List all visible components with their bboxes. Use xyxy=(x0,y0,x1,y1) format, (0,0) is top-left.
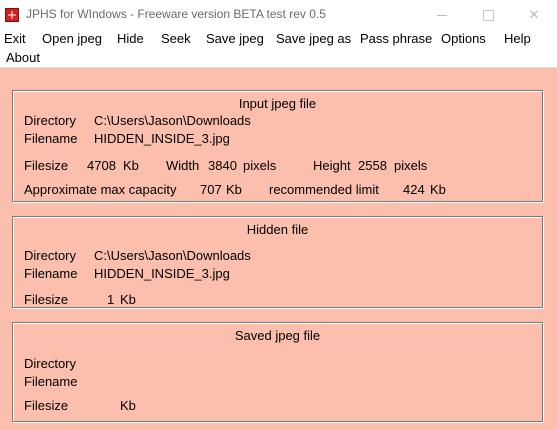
input-limit-label: recommended limit xyxy=(269,182,379,197)
hidden-directory-value: C:\Users\Jason\Downloads xyxy=(94,248,251,263)
minimize-button[interactable] xyxy=(419,0,465,30)
input-directory-value: C:\Users\Jason\Downloads xyxy=(94,113,251,128)
menu-about[interactable]: About xyxy=(6,50,40,66)
menu-options[interactable]: Options xyxy=(441,31,486,47)
input-filesize-label: Filesize xyxy=(24,158,69,173)
input-width-value: 3840 xyxy=(208,158,237,173)
input-capacity-unit: Kb xyxy=(226,182,242,197)
input-jpeg-title: Input jpeg file xyxy=(238,96,317,111)
input-width-unit: pixels xyxy=(243,158,277,173)
input-height-unit: pixels xyxy=(394,158,428,173)
hidden-filesize-label: Filesize xyxy=(24,292,69,307)
maximize-icon xyxy=(482,9,494,21)
main-panel: Input jpeg file Directory C:\Users\Jason… xyxy=(0,68,557,430)
saved-filename-label: Filename xyxy=(24,374,78,389)
window-title: JPHS for WIndows - Freeware version BETA… xyxy=(26,7,326,21)
title-bar: JPHS for WIndows - Freeware version BETA… xyxy=(0,0,557,30)
saved-filesize-unit: Kb xyxy=(120,398,136,413)
close-button[interactable]: ✕ xyxy=(511,0,557,30)
saved-jpeg-title: Saved jpeg file xyxy=(234,328,321,343)
hidden-filename-value: HIDDEN_INSIDE_3.jpg xyxy=(94,266,230,281)
minimize-icon xyxy=(437,14,447,16)
input-limit-value: 424 xyxy=(403,182,425,197)
menu-save-jpeg-as[interactable]: Save jpeg as xyxy=(276,31,351,47)
saved-directory-label: Directory xyxy=(24,356,77,371)
input-height-label: Height xyxy=(313,158,351,173)
input-filename-value: HIDDEN_INSIDE_3.jpg xyxy=(94,131,230,146)
saved-jpeg-group: Saved jpeg file Directory Filename Files… xyxy=(12,322,543,422)
hidden-file-title: Hidden file xyxy=(246,222,309,237)
app-icon[interactable] xyxy=(5,8,19,22)
menu-pass-phrase[interactable]: Pass phrase xyxy=(360,31,432,47)
input-capacity-label: Approximate max capacity xyxy=(24,182,177,197)
input-width-label: Width xyxy=(166,158,200,173)
input-filename-label: Filename xyxy=(24,131,78,146)
input-height-value: 2558 xyxy=(358,158,387,173)
menu-help[interactable]: Help xyxy=(504,31,531,47)
saved-filesize-label: Filesize xyxy=(24,398,69,413)
menu-open-jpeg[interactable]: Open jpeg xyxy=(42,31,102,47)
menu-bar: Exit Open jpeg Hide Seek Save jpeg Save … xyxy=(0,30,557,66)
input-filesize-unit: Kb xyxy=(123,158,139,173)
hidden-file-group: Hidden file Directory C:\Users\Jason\Dow… xyxy=(12,216,543,308)
close-icon: ✕ xyxy=(528,7,540,22)
menu-save-jpeg[interactable]: Save jpeg xyxy=(206,31,264,47)
input-directory-label: Directory xyxy=(24,113,77,128)
input-capacity-value: 707 xyxy=(200,182,222,197)
menu-exit[interactable]: Exit xyxy=(4,31,26,47)
menu-seek[interactable]: Seek xyxy=(161,31,191,47)
hidden-directory-label: Directory xyxy=(24,248,77,263)
input-jpeg-group: Input jpeg file Directory C:\Users\Jason… xyxy=(12,90,543,202)
hidden-filesize-value: 1 xyxy=(107,292,115,307)
input-filesize-value: 4708 xyxy=(87,158,116,173)
input-limit-unit: Kb xyxy=(430,182,446,197)
maximize-button[interactable] xyxy=(465,0,511,30)
menu-hide[interactable]: Hide xyxy=(117,31,144,47)
hidden-filesize-unit: Kb xyxy=(120,292,136,307)
hidden-filename-label: Filename xyxy=(24,266,78,281)
